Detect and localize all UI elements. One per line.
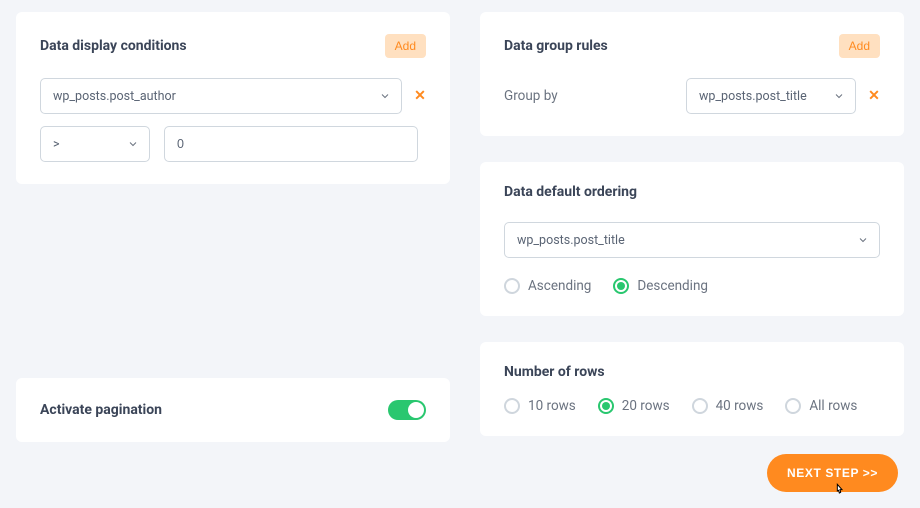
next-step-button[interactable]: NEXT STEP >> [767, 454, 898, 492]
groupby-label: Group by [504, 88, 674, 104]
pagination-title: Activate pagination [40, 402, 162, 418]
groupby-field-select[interactable]: wp_posts.post_title [686, 78, 856, 114]
radio-icon [613, 278, 629, 294]
group-rules-title: Data group rules [504, 38, 608, 54]
rows-option-10[interactable]: 10 rows [504, 398, 576, 414]
rows-option-all-label: All rows [809, 398, 857, 414]
card-number-of-rows: Number of rows 10 rows 20 rows 40 rows A… [480, 342, 904, 436]
rows-option-all[interactable]: All rows [785, 398, 857, 414]
radio-icon [598, 398, 614, 414]
conditions-operator-select[interactable]: > [40, 126, 150, 162]
conditions-operator-value: > [53, 137, 60, 152]
conditions-field-select[interactable]: wp_posts.post_author [40, 78, 402, 114]
chevron-down-icon [127, 138, 139, 150]
rows-option-40-label: 40 rows [716, 398, 764, 414]
card-activate-pagination: Activate pagination [16, 378, 450, 442]
ordering-asc-label: Ascending [528, 278, 591, 294]
rows-option-20[interactable]: 20 rows [598, 398, 670, 414]
conditions-field-value: wp_posts.post_author [53, 89, 176, 104]
ordering-desc-label: Descending [637, 278, 708, 294]
ordering-desc-radio[interactable]: Descending [613, 278, 708, 294]
radio-icon [785, 398, 801, 414]
pagination-toggle[interactable] [388, 400, 426, 420]
ordering-field-select[interactable]: wp_posts.post_title [504, 222, 880, 258]
chevron-down-icon [379, 90, 391, 102]
chevron-down-icon [833, 90, 845, 102]
rows-option-40[interactable]: 40 rows [692, 398, 764, 414]
groupby-remove-icon[interactable]: ✕ [868, 88, 880, 104]
radio-icon [692, 398, 708, 414]
conditions-add-button[interactable]: Add [385, 34, 426, 58]
group-rules-add-button[interactable]: Add [839, 34, 880, 58]
radio-icon [504, 398, 520, 414]
card-data-group-rules: Data group rules Add Group by wp_posts.p… [480, 12, 904, 136]
conditions-remove-icon[interactable]: ✕ [414, 88, 426, 104]
conditions-title: Data display conditions [40, 38, 187, 54]
rows-option-20-label: 20 rows [622, 398, 670, 414]
conditions-value-input[interactable] [164, 126, 418, 162]
ordering-asc-radio[interactable]: Ascending [504, 278, 591, 294]
groupby-field-value: wp_posts.post_title [699, 89, 807, 104]
ordering-field-value: wp_posts.post_title [517, 233, 625, 248]
radio-icon [504, 278, 520, 294]
chevron-down-icon [857, 234, 869, 246]
card-data-default-ordering: Data default ordering wp_posts.post_titl… [480, 162, 904, 316]
rows-option-10-label: 10 rows [528, 398, 576, 414]
ordering-title: Data default ordering [504, 184, 637, 200]
card-data-display-conditions: Data display conditions Add wp_posts.pos… [16, 12, 450, 184]
rows-title: Number of rows [504, 364, 880, 380]
